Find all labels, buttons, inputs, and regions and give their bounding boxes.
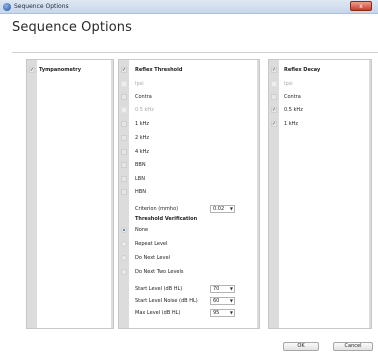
rt-2khz-checkbox[interactable] (121, 135, 127, 141)
verification-none-radio[interactable] (121, 227, 127, 233)
window-left-edge (0, 14, 12, 354)
rd-1khz-checkbox[interactable] (271, 120, 277, 129)
max-level-row: Max Level (dB HL) 95 ▼ (129, 309, 257, 318)
tympanometry-panel: Tympanometry (26, 59, 114, 329)
chevron-down-icon: ▼ (229, 286, 233, 291)
rd-option-ipsi[interactable]: Ipsi (271, 80, 369, 89)
rd-option-label: Contra (284, 94, 301, 100)
verification-next-two-radio[interactable] (121, 269, 127, 275)
tympanometry-label: Tympanometry (39, 67, 81, 73)
chevron-down-icon: ▼ (229, 206, 233, 211)
rt-option-label: 0.5 kHz (135, 107, 154, 113)
close-button[interactable]: x (350, 1, 372, 11)
max-level-label: Max Level (dB HL) (135, 310, 181, 316)
rt-option-label: Contra (135, 94, 152, 100)
start-level-noise-label: Start Level Noise (dB HL) (135, 298, 198, 304)
reflex-threshold-panel: Reflex Threshold Ipsi Contra 0.5 kHz 1 k… (118, 59, 260, 329)
tympanometry-row[interactable]: Tympanometry (29, 66, 113, 75)
threshold-verification-heading: Threshold Verification (129, 215, 257, 224)
verification-option-label: Do Next Two Levels (135, 269, 184, 275)
start-level-row: Start Level (dB HL) 70 ▼ (129, 285, 257, 294)
rt-0-5khz-checkbox[interactable] (121, 107, 127, 113)
rt-option-4khz[interactable]: 4 kHz (121, 148, 257, 157)
rt-option-label: 4 kHz (135, 149, 150, 155)
start-level-select[interactable]: 70 ▼ (210, 285, 235, 293)
window-title: Sequence Options (14, 3, 69, 10)
start-level-noise-value: 60 (213, 298, 220, 304)
reflex-decay-checkbox[interactable] (271, 66, 277, 75)
rt-option-label: 2 kHz (135, 135, 150, 141)
verification-option-none[interactable]: None (121, 226, 257, 235)
title-bar: Sequence Options x (0, 0, 378, 14)
rt-contra-checkbox[interactable] (121, 94, 127, 100)
rd-contra-checkbox[interactable] (271, 94, 277, 100)
verification-next-radio[interactable] (121, 255, 127, 261)
reflex-decay-row[interactable]: Reflex Decay (271, 66, 369, 75)
reflex-decay-panel-body: Reflex Decay Ipsi Contra 0.5 kHz 1 kHz (271, 60, 369, 328)
max-level-select[interactable]: 95 ▼ (210, 309, 235, 317)
rt-option-contra[interactable]: Contra (121, 93, 257, 102)
start-level-value: 70 (213, 286, 220, 292)
verification-option-label: Repeat Level (135, 241, 168, 247)
rd-ipsi-checkbox[interactable] (271, 81, 277, 87)
header-divider (12, 52, 378, 53)
rt-option-1khz[interactable]: 1 kHz (121, 120, 257, 129)
tympanometry-panel-body: Tympanometry (29, 60, 113, 328)
start-level-label: Start Level (dB HL) (135, 286, 183, 292)
reflex-decay-label: Reflex Decay (284, 67, 321, 73)
threshold-verification-title: Threshold Verification (135, 216, 198, 222)
ok-button[interactable]: OK (283, 342, 319, 351)
rt-option-ipsi[interactable]: Ipsi (121, 80, 257, 89)
rt-1khz-checkbox[interactable] (121, 121, 127, 127)
app-icon (3, 3, 11, 11)
rd-option-label: Ipsi (284, 81, 293, 87)
verification-option-next-level[interactable]: Do Next Level (121, 254, 257, 263)
max-level-value: 95 (213, 310, 220, 316)
rt-option-0-5khz[interactable]: 0.5 kHz (121, 106, 257, 115)
rt-option-2khz[interactable]: 2 kHz (121, 134, 257, 143)
rt-option-hbn[interactable]: HBN (121, 188, 257, 197)
rt-option-lbn[interactable]: LBN (121, 175, 257, 184)
reflex-threshold-label: Reflex Threshold (135, 67, 183, 73)
rd-option-contra[interactable]: Contra (271, 93, 369, 102)
chevron-down-icon: ▼ (229, 310, 233, 315)
verification-option-next-two-levels[interactable]: Do Next Two Levels (121, 268, 257, 277)
rt-option-label: LBN (135, 176, 145, 182)
rt-ipsi-checkbox[interactable] (121, 81, 127, 87)
verification-repeat-radio[interactable] (121, 241, 127, 247)
rt-4khz-checkbox[interactable] (121, 149, 127, 155)
rt-bbn-checkbox[interactable] (121, 162, 127, 168)
rt-option-label: 1 kHz (135, 121, 150, 127)
criterion-value: 0.02 (213, 206, 225, 212)
start-level-noise-select[interactable]: 60 ▼ (210, 297, 235, 305)
rd-0-5khz-checkbox[interactable] (271, 106, 277, 115)
reflex-threshold-checkbox[interactable] (121, 66, 127, 75)
criterion-select[interactable]: 0.02 ▼ (210, 205, 235, 213)
reflex-decay-panel: Reflex Decay Ipsi Contra 0.5 kHz 1 kHz (268, 59, 372, 329)
rd-option-1khz[interactable]: 1 kHz (271, 120, 369, 129)
rt-option-label: Ipsi (135, 81, 144, 87)
cancel-button[interactable]: Cancel (333, 342, 373, 351)
verification-option-label: None (135, 227, 149, 233)
rd-option-0-5khz[interactable]: 0.5 kHz (271, 106, 369, 115)
rt-hbn-checkbox[interactable] (121, 189, 127, 195)
chevron-down-icon: ▼ (229, 298, 233, 303)
start-level-noise-row: Start Level Noise (dB HL) 60 ▼ (129, 297, 257, 306)
page-title: Sequence Options (12, 20, 133, 35)
rt-lbn-checkbox[interactable] (121, 176, 127, 182)
criterion-label: Criterion (mmho) (135, 206, 179, 212)
reflex-threshold-row[interactable]: Reflex Threshold (121, 66, 257, 75)
rt-option-bbn[interactable]: BBN (121, 161, 257, 170)
tympanometry-checkbox[interactable] (29, 66, 35, 75)
reflex-threshold-panel-body: Reflex Threshold Ipsi Contra 0.5 kHz 1 k… (121, 60, 257, 328)
rd-option-label: 0.5 kHz (284, 107, 303, 113)
rt-option-label: BBN (135, 162, 146, 168)
verification-option-label: Do Next Level (135, 255, 170, 261)
verification-option-repeat-level[interactable]: Repeat Level (121, 240, 257, 249)
criterion-row: Criterion (mmho) 0.02 ▼ (129, 205, 257, 214)
rt-option-label: HBN (135, 189, 146, 195)
rd-option-label: 1 kHz (284, 121, 299, 127)
